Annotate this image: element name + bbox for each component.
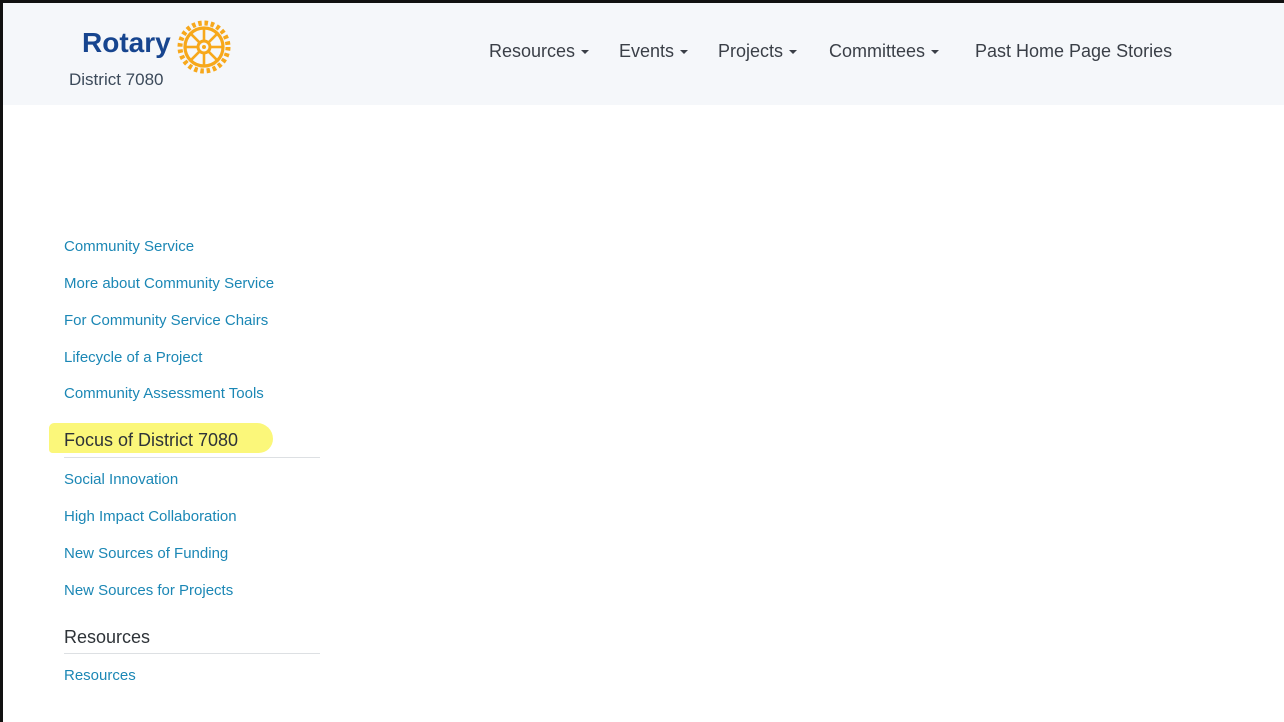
sidebar-link-community-service[interactable]: Community Service bbox=[64, 238, 194, 255]
sidebar-link-high-impact-collaboration[interactable]: High Impact Collaboration bbox=[64, 508, 237, 525]
divider bbox=[64, 457, 320, 458]
sidebar-link-for-community-service-chairs[interactable]: For Community Service Chairs bbox=[64, 312, 268, 329]
caret-down-icon bbox=[789, 50, 798, 55]
nav-label: Committees bbox=[829, 41, 926, 61]
caret-down-icon bbox=[581, 50, 590, 55]
caret-down-icon bbox=[680, 50, 689, 55]
sidebar-link-more-about-community-service[interactable]: More about Community Service bbox=[64, 275, 274, 292]
logo-district: District 7080 bbox=[69, 70, 164, 89]
site-header: Rotary District 7080 Resources Events Pr… bbox=[3, 3, 1284, 105]
sidebar-link-new-sources-for-projects[interactable]: New Sources for Projects bbox=[64, 582, 233, 599]
sidebar-link-resources[interactable]: Resources bbox=[64, 667, 136, 684]
logo-wordmark: Rotary bbox=[82, 27, 171, 58]
sidebar-link-community-assessment-tools[interactable]: Community Assessment Tools bbox=[64, 385, 264, 402]
sidebar-link-social-innovation[interactable]: Social Innovation bbox=[64, 471, 178, 488]
nav-past-home-page-stories[interactable]: Past Home Page Stories bbox=[975, 41, 1172, 62]
nav-label: Events bbox=[619, 41, 675, 61]
caret-down-icon bbox=[931, 50, 940, 55]
sidebar-link-lifecycle-of-a-project[interactable]: Lifecycle of a Project bbox=[64, 349, 202, 366]
divider bbox=[64, 653, 320, 654]
resources-heading: Resources bbox=[64, 627, 151, 647]
focus-heading: Focus of District 7080 bbox=[64, 430, 239, 450]
rotary-wheel-icon bbox=[177, 20, 231, 74]
nav-label: Projects bbox=[718, 41, 784, 61]
nav-events[interactable]: Events bbox=[619, 41, 689, 62]
rotary-logo[interactable]: Rotary District 7080 bbox=[66, 17, 241, 97]
nav-committees[interactable]: Committees bbox=[829, 41, 940, 62]
nav-label: Past Home Page Stories bbox=[975, 41, 1173, 61]
nav-label: Resources bbox=[489, 41, 576, 61]
nav-projects[interactable]: Projects bbox=[718, 41, 798, 62]
nav-resources[interactable]: Resources bbox=[489, 41, 590, 62]
sidebar-link-new-sources-of-funding[interactable]: New Sources of Funding bbox=[64, 545, 228, 562]
